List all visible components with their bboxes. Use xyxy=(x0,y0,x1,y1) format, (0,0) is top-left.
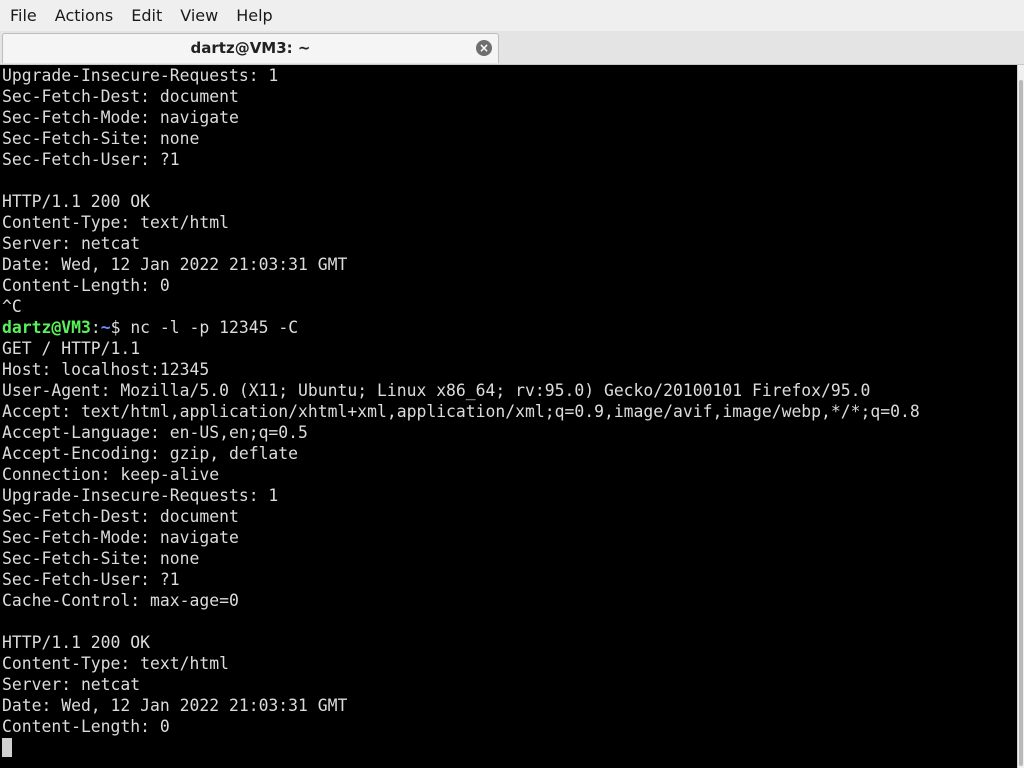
terminal-line: Upgrade-Insecure-Requests: 1 xyxy=(2,66,279,85)
scrollbar-thumb[interactable] xyxy=(1019,80,1023,766)
terminal-line: Server: netcat xyxy=(2,675,141,694)
terminal-line: Sec-Fetch-User: ?1 xyxy=(2,150,180,169)
tab-bar: dartz@VM3: ~ × xyxy=(0,31,1024,65)
terminal-line: User-Agent: Mozilla/5.0 (X11; Ubuntu; Li… xyxy=(2,381,871,400)
tab-title: dartz@VM3: ~ xyxy=(190,39,311,57)
terminal-line: Content-Type: text/html xyxy=(2,213,229,232)
terminal-scrollbar[interactable] xyxy=(1017,65,1024,768)
terminal-line: Accept-Language: en-US,en;q=0.5 xyxy=(2,423,308,442)
terminal-history: Upgrade-Insecure-Requests: 1 Sec-Fetch-De… xyxy=(0,65,1017,317)
prompt-separator: : xyxy=(90,318,101,337)
terminal-line: Accept-Encoding: gzip, deflate xyxy=(2,444,299,463)
close-icon[interactable]: × xyxy=(476,40,492,56)
terminal-line: Sec-Fetch-Mode: navigate xyxy=(2,528,239,547)
prompt-user-host: dartz@VM3 xyxy=(2,318,91,337)
terminal-line: Host: localhost:12345 xyxy=(2,360,210,379)
terminal-line: Content-Length: 0 xyxy=(2,717,170,736)
prompt-path: ~ xyxy=(100,318,111,337)
terminal-line: Connection: keep-alive xyxy=(2,465,220,484)
terminal-line: Accept: text/html,application/xhtml+xml,… xyxy=(2,402,920,421)
terminal-line: Date: Wed, 12 Jan 2022 21:03:31 GMT xyxy=(2,255,348,274)
terminal-line: Sec-Fetch-Site: none xyxy=(2,129,200,148)
terminal-line: Sec-Fetch-Site: none xyxy=(2,549,200,568)
terminal-request-output: GET / HTTP/1.1 Host: localhost:12345 User-… xyxy=(0,338,1017,737)
terminal-line: GET / HTTP/1.1 xyxy=(2,339,141,358)
prompt-command: nc -l -p 12345 -C xyxy=(130,318,299,337)
terminal-line: Upgrade-Insecure-Requests: 1 xyxy=(2,486,279,505)
command-prompt-line: dartz@VM3:~$ nc -l -p 12345 -C xyxy=(0,317,1017,338)
terminal-line: HTTP/1.1 200 OK xyxy=(2,192,151,211)
terminal-line: HTTP/1.1 200 OK xyxy=(2,633,151,652)
terminal-line: Content-Length: 0 xyxy=(2,276,170,295)
prompt-symbol: $ xyxy=(110,318,131,337)
terminal-line: Sec-Fetch-Dest: document xyxy=(2,507,239,526)
menu-help[interactable]: Help xyxy=(227,0,281,31)
menu-view[interactable]: View xyxy=(171,0,227,31)
menu-actions[interactable]: Actions xyxy=(46,0,122,31)
terminal-line: Sec-Fetch-Dest: document xyxy=(2,87,239,106)
terminal-line: Date: Wed, 12 Jan 2022 21:03:31 GMT xyxy=(2,696,348,715)
text-cursor xyxy=(2,738,12,757)
terminal-line: Content-Type: text/html xyxy=(2,654,229,673)
terminal-line: Sec-Fetch-User: ?1 xyxy=(2,570,180,589)
terminal-output[interactable]: Upgrade-Insecure-Requests: 1 Sec-Fetch-De… xyxy=(0,65,1017,768)
terminal-line: ^C xyxy=(2,297,22,316)
menu-bar: File Actions Edit View Help xyxy=(0,0,1024,31)
terminal-line: Server: netcat xyxy=(2,234,141,253)
terminal-line: Sec-Fetch-Mode: navigate xyxy=(2,108,239,127)
cursor-line xyxy=(0,737,1017,758)
menu-edit[interactable]: Edit xyxy=(122,0,171,31)
terminal-tab[interactable]: dartz@VM3: ~ × xyxy=(2,33,499,63)
terminal-line: Cache-Control: max-age=0 xyxy=(2,591,239,610)
menu-file[interactable]: File xyxy=(0,0,46,31)
